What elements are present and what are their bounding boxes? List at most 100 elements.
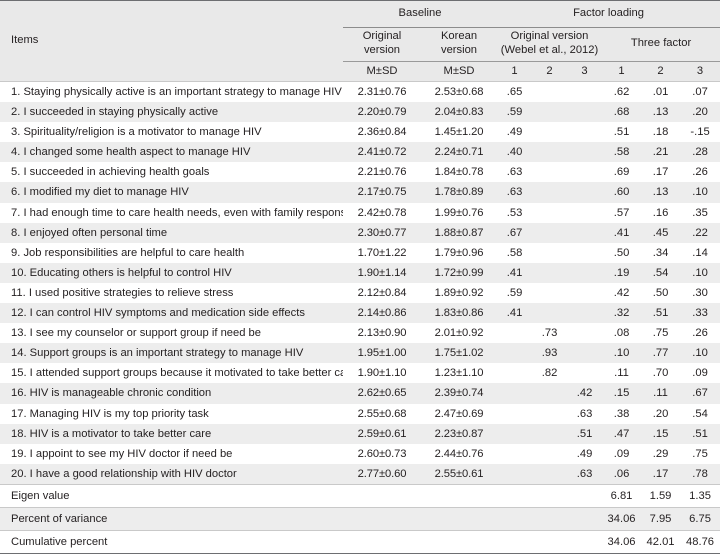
table-row: 19. I appoint to see my HIV doctor if ne…: [0, 443, 720, 464]
row-tf-factor-2: .15: [652, 427, 669, 440]
row-ov-factor-3: [567, 303, 602, 323]
row-ov-factor-3: [567, 323, 602, 343]
row-tf-factor-1: .42: [613, 286, 630, 299]
row-tf-factor-1: .38: [613, 407, 630, 420]
row-original-mean-sd: 2.20±0.79: [357, 106, 407, 119]
row-ov-factor-1: .65: [497, 81, 533, 103]
row-ov-factor-1: [497, 444, 532, 464]
row-tf-factor-3: .54: [692, 407, 708, 420]
table-header: Items Baseline Factor loading Original v…: [0, 0, 720, 82]
summary-tf-factor-2: 42.01: [641, 529, 681, 554]
row-original-mean-sd: 1.95±1.00: [357, 347, 407, 360]
table-row: 11. I used positive strategies to reliev…: [0, 282, 720, 304]
factor-analysis-table: Items Baseline Factor loading Original v…: [0, 0, 720, 554]
row-tf-factor-1: .57: [613, 206, 630, 219]
row-item-text: 15. I attended support groups because it…: [11, 367, 343, 380]
row-original-mean-sd: 1.70±1.22: [357, 246, 407, 259]
header-original-version-line1: Original: [362, 30, 402, 43]
row-korean-mean-sd: 2.55±0.61: [421, 463, 498, 485]
row-item-text: 2. I succeeded in staying physically act…: [11, 106, 219, 119]
row-ov-factor-3: [567, 162, 602, 182]
row-ov-factor-2: [532, 223, 567, 243]
row-tf-factor-2: .45: [652, 226, 669, 239]
row-ov-factor-2: .82: [541, 367, 558, 380]
header-ov-factor-2: 2: [532, 61, 568, 82]
summary-korean-mean-sd: [421, 529, 498, 554]
row-korean-mean-sd: 1.23±1.10: [434, 367, 484, 380]
summary-tf-factor-3: 48.76: [680, 529, 720, 554]
row-ov-factor-3: [567, 283, 602, 303]
table-row: 16. HIV is manageable chronic condition 2…: [0, 383, 720, 404]
row-korean-mean-sd: 1.45±1.20: [434, 126, 484, 139]
summary-tf-factor-1: 6.81: [602, 483, 642, 508]
row-tf-factor-3: .10: [692, 266, 708, 279]
row-ov-factor-2: [532, 444, 567, 464]
row-tf-factor-3: .10: [692, 186, 708, 199]
row-tf-factor-3: -.15: [690, 126, 710, 139]
row-item-text: 3. Spirituality/religion is a motivator …: [11, 126, 262, 139]
header-original-version-line2: version: [363, 43, 401, 56]
summary-ov-factor-2: [532, 529, 568, 554]
row-ov-factor-2: [532, 303, 567, 323]
row-item-text: 20. I have a good relationship with HIV …: [0, 463, 343, 485]
row-ov-factor-3: [567, 343, 602, 363]
table-row: 2. I succeeded in staying physically act…: [0, 102, 720, 123]
summary-label: Cumulative percent: [0, 529, 343, 554]
row-korean-mean-sd: 1.83±0.86: [434, 307, 484, 320]
row-original-mean-sd: 2.31±0.76: [343, 81, 421, 103]
row-item-text: 14. Support groups is an important strat…: [11, 347, 304, 360]
row-item-text: 7. I had enough time to care health need…: [11, 206, 343, 219]
row-korean-mean-sd: 2.24±0.71: [434, 146, 484, 159]
table-row: 15. I attended support groups because it…: [0, 363, 720, 384]
table-row: 9. Job responsibilities are helpful to c…: [0, 242, 720, 263]
row-ov-factor-1: .63: [506, 166, 523, 179]
row-original-mean-sd: 2.17±0.75: [357, 186, 407, 199]
row-tf-factor-1: .47: [613, 427, 630, 440]
table-row: 18. HIV is a motivator to take better ca…: [0, 423, 720, 444]
row-korean-mean-sd: 1.99±0.76: [434, 206, 484, 219]
row-korean-mean-sd: 1.88±0.87: [434, 226, 484, 239]
row-tf-factor-1: .15: [613, 387, 630, 400]
row-ov-factor-3: .49: [576, 447, 593, 460]
row-ov-factor-3: [567, 122, 602, 142]
row-ov-factor-1: .58: [506, 246, 523, 259]
row-ov-factor-2: [532, 182, 567, 202]
row-ov-factor-2: [532, 81, 568, 103]
table-row: 3. Spirituality/religion is a motivator …: [0, 122, 720, 143]
table-body: 1. Staying physically active is an impor…: [0, 81, 720, 485]
row-ov-factor-1: [497, 363, 532, 383]
summary-ov-factor-1: [497, 483, 533, 508]
summary-ov-factor-1: [497, 506, 533, 531]
row-tf-factor-1: .06: [602, 463, 642, 485]
row-original-mean-sd: 2.77±0.60: [343, 463, 421, 485]
row-ov-factor-2: [532, 383, 567, 403]
row-item-text: 19. I appoint to see my HIV doctor if ne…: [11, 447, 233, 460]
header-msd-korean: M±SD: [421, 61, 498, 82]
row-ov-factor-3: [567, 102, 602, 122]
row-korean-mean-sd: 2.53±0.68: [421, 81, 498, 103]
row-korean-mean-sd: 1.79±0.96: [434, 246, 484, 259]
table-row: 4. I changed some health aspect to manag…: [0, 142, 720, 163]
row-ov-factor-1: [497, 383, 532, 403]
table-row: 10. Educating others is helpful to contr…: [0, 262, 720, 283]
row-tf-factor-1: .08: [613, 327, 630, 340]
row-item-text: 6. I modified my diet to manage HIV: [11, 186, 189, 199]
row-ov-factor-3: [567, 243, 602, 263]
row-tf-factor-2: .77: [652, 347, 669, 360]
header-korean-version: Korean version: [421, 27, 498, 62]
header-korean-version-line2: version: [440, 43, 478, 56]
row-ov-factor-2: [532, 102, 567, 122]
header-row-group-top: Items Baseline Factor loading: [0, 0, 720, 82]
row-ov-factor-3: [567, 223, 602, 243]
header-tf-factor-3: 3: [680, 61, 720, 82]
summary-korean-mean-sd: [421, 506, 498, 531]
table-footer: Eigen value 6.81 1.59 1.35 Percent of varian…: [0, 483, 720, 554]
header-webel-line2: (Webel et al., 2012): [500, 43, 599, 56]
table-row: 7. I had enough time to care health need…: [0, 202, 720, 223]
row-ov-factor-1: .67: [506, 226, 523, 239]
row-tf-factor-1: .68: [613, 106, 630, 119]
summary-tf-factor-2: 7.95: [641, 506, 681, 531]
row-tf-factor-3: .07: [680, 81, 720, 103]
row-tf-factor-1: .11: [614, 367, 629, 380]
row-tf-factor-2: .17: [641, 463, 681, 485]
